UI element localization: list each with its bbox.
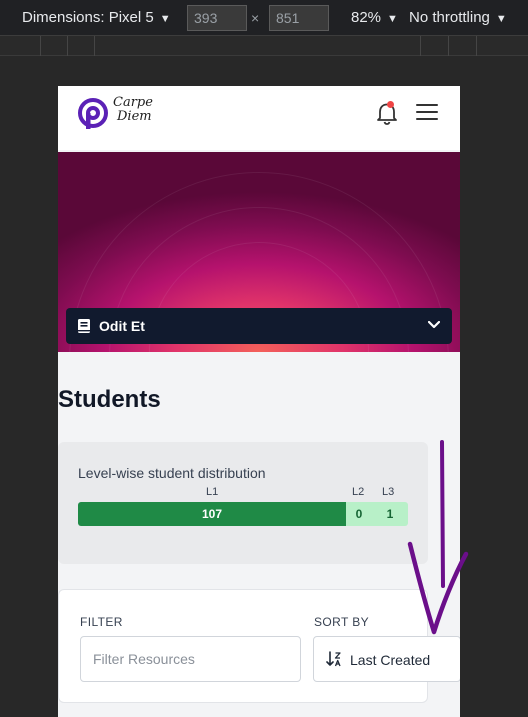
devtools-device-toolbar: Dimensions: Pixel 5 ▼ × 82% ▼ No throttlin…	[0, 0, 528, 36]
sort-button[interactable]: Last Created	[313, 636, 460, 682]
level-bar-l2: 0	[346, 502, 372, 526]
distribution-caption: Level-wise student distribution	[78, 465, 266, 481]
ruler-tick	[67, 36, 68, 56]
filter-sort-card: FILTER SORT BY Last Created	[58, 589, 460, 703]
sort-label: SORT BY	[314, 615, 370, 629]
hamburger-menu-icon[interactable]	[416, 104, 438, 122]
book-icon	[78, 319, 90, 333]
height-input[interactable]	[269, 5, 329, 31]
times-icon: ×	[251, 10, 260, 26]
filter-input[interactable]	[80, 636, 301, 682]
width-input[interactable]	[187, 5, 247, 31]
ruler-tick	[448, 36, 449, 56]
notification-dot	[387, 101, 394, 108]
level-label-l1: L1	[206, 486, 219, 498]
zoom-label: 82%	[351, 9, 382, 26]
zoom-dropdown[interactable]: 82% ▼	[351, 9, 398, 26]
logo-wordmark: Carpe Diem	[113, 96, 173, 124]
logo-line-1: Carpe	[113, 95, 153, 110]
filter-label: FILTER	[80, 615, 123, 629]
screenshot: Dimensions: Pixel 5 ▼ × 82% ▼ No throttlin…	[0, 0, 528, 717]
carpe-diem-logo-icon[interactable]	[76, 98, 110, 130]
sort-value: Last Created	[350, 652, 431, 668]
level-bar-l1: 107	[78, 502, 346, 526]
logo-line-2: Diem	[117, 109, 152, 124]
device-viewport: Carpe Diem Odit Et Students Level-wise s…	[58, 86, 460, 717]
ruler-tick	[476, 36, 477, 56]
page-title: Students	[58, 386, 161, 413]
ruler-tick	[40, 36, 41, 56]
level-label-l3: L3	[382, 486, 395, 498]
ruler-tick	[420, 36, 421, 56]
device-label: Dimensions: Pixel 5	[22, 9, 154, 26]
media-query-ruler	[0, 36, 528, 56]
chevron-down-icon	[428, 321, 440, 329]
course-selector[interactable]: Odit Et	[66, 308, 452, 344]
device-dropdown[interactable]: Dimensions: Pixel 5 ▼	[22, 9, 171, 26]
throttling-label: No throttling	[409, 9, 490, 26]
level-label-l2: L2	[352, 486, 365, 498]
level-distribution-card: Level-wise student distribution L1 L2 L3…	[58, 442, 428, 564]
throttling-dropdown[interactable]: No throttling ▼	[409, 9, 507, 26]
course-banner: Odit Et	[58, 152, 460, 352]
caret-down-icon: ▼	[495, 13, 507, 25]
caret-down-icon: ▼	[159, 13, 171, 25]
ruler-tick	[94, 36, 95, 56]
app-header: Carpe Diem	[58, 86, 460, 150]
course-selector-label: Odit Et	[99, 318, 145, 334]
level-bar-l3: 1	[372, 502, 408, 526]
sort-descending-icon	[326, 651, 341, 667]
caret-down-icon: ▼	[387, 13, 398, 25]
